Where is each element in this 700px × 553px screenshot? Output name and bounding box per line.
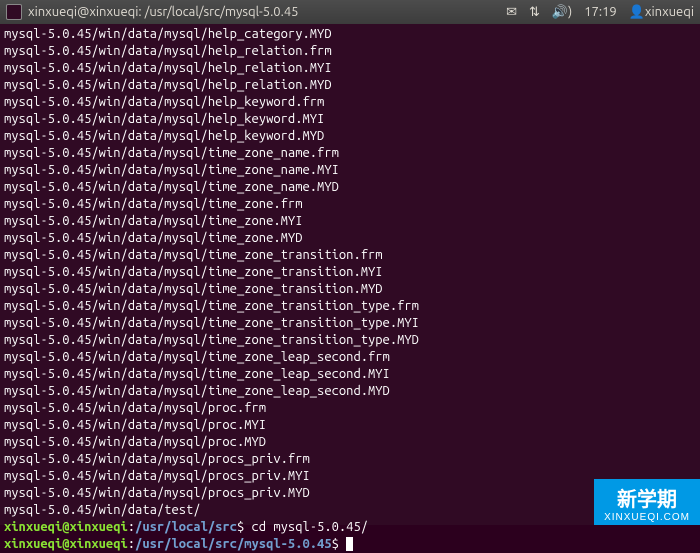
user-menu[interactable]: 👤 xinxueqi [629,5,694,20]
output-line: mysql-5.0.45/win/data/mysql/proc.MYD [4,434,696,451]
output-line: mysql-5.0.45/win/data/mysql/time_zone_tr… [4,264,696,281]
output-line: mysql-5.0.45/win/data/mysql/help_relatio… [4,77,696,94]
output-line: mysql-5.0.45/win/data/mysql/time_zone_tr… [4,247,696,264]
prompt-separator: : [128,520,135,534]
prompt-path: /usr/local/src [135,520,237,534]
network-icon[interactable]: ⇅ [529,5,540,20]
prompt-line: xinxueqi@xinxueqi:/usr/local/src$ cd mys… [4,519,696,536]
user-icon: 👤 [629,5,645,20]
watermark-sub: XINXUEQI.COM [604,512,690,523]
terminal-icon [6,4,22,20]
output-line: mysql-5.0.45/win/data/mysql/time_zone_tr… [4,315,696,332]
prompt-user-host: xinxueqi@xinxueqi [4,537,128,551]
output-line: mysql-5.0.45/win/data/mysql/time_zone_le… [4,366,696,383]
output-line: mysql-5.0.45/win/data/mysql/time_zone_na… [4,179,696,196]
mail-icon[interactable]: ✉ [506,5,517,20]
volume-icon[interactable]: 🔊) [552,5,572,20]
prompt-line: xinxueqi@xinxueqi:/usr/local/src/mysql-5… [4,536,696,553]
cursor [346,537,353,551]
prompt-path: /usr/local/src/mysql-5.0.45 [135,537,332,551]
prompt-separator: : [128,537,135,551]
output-line: mysql-5.0.45/win/data/mysql/time_zone_tr… [4,332,696,349]
prompt-dollar: $ [332,537,339,551]
output-line: mysql-5.0.45/win/data/mysql/proc.frm [4,400,696,417]
menubar-right: ✉ ⇅ 🔊) 17:19 👤 xinxueqi [506,5,694,20]
output-line: mysql-5.0.45/win/data/mysql/time_zone.MY… [4,213,696,230]
terminal-area[interactable]: mysql-5.0.45/win/data/mysql/help_categor… [0,24,700,525]
output-line: mysql-5.0.45/win/data/mysql/help_keyword… [4,128,696,145]
output-line: mysql-5.0.45/win/data/mysql/procs_priv.M… [4,485,696,502]
output-line: mysql-5.0.45/win/data/mysql/time_zone_le… [4,349,696,366]
output-line: mysql-5.0.45/win/data/mysql/time_zone.fr… [4,196,696,213]
output-line: mysql-5.0.45/win/data/mysql/time_zone.MY… [4,230,696,247]
output-line: mysql-5.0.45/win/data/mysql/help_keyword… [4,111,696,128]
command-text [339,537,346,551]
command-text: cd mysql-5.0.45/ [244,520,368,534]
output-line: mysql-5.0.45/win/data/mysql/proc.MYI [4,417,696,434]
output-line: mysql-5.0.45/win/data/mysql/time_zone_tr… [4,298,696,315]
output-line: mysql-5.0.45/win/data/mysql/time_zone_na… [4,145,696,162]
output-line: mysql-5.0.45/win/data/mysql/procs_priv.f… [4,451,696,468]
menubar-left: xinxueqi@xinxueqi: /usr/local/src/mysql-… [6,4,299,20]
output-line: mysql-5.0.45/win/data/mysql/help_keyword… [4,94,696,111]
clock[interactable]: 17:19 [584,5,617,19]
output-line: mysql-5.0.45/win/data/test/ [4,502,696,519]
output-line: mysql-5.0.45/win/data/mysql/help_relatio… [4,43,696,60]
watermark-main: 新学期 [617,489,677,511]
output-line: mysql-5.0.45/win/data/mysql/time_zone_tr… [4,281,696,298]
output-line: mysql-5.0.45/win/data/mysql/procs_priv.M… [4,468,696,485]
window-title: xinxueqi@xinxueqi: /usr/local/src/mysql-… [28,5,299,19]
prompt-user-host: xinxueqi@xinxueqi [4,520,128,534]
output-line: mysql-5.0.45/win/data/mysql/help_categor… [4,26,696,43]
output-line: mysql-5.0.45/win/data/mysql/time_zone_na… [4,162,696,179]
output-line: mysql-5.0.45/win/data/mysql/help_relatio… [4,60,696,77]
system-menubar: xinxueqi@xinxueqi: /usr/local/src/mysql-… [0,0,700,24]
output-line: mysql-5.0.45/win/data/mysql/time_zone_le… [4,383,696,400]
watermark-badge: 新学期 XINXUEQI.COM [594,479,700,525]
username-label: xinxueqi [645,5,694,19]
